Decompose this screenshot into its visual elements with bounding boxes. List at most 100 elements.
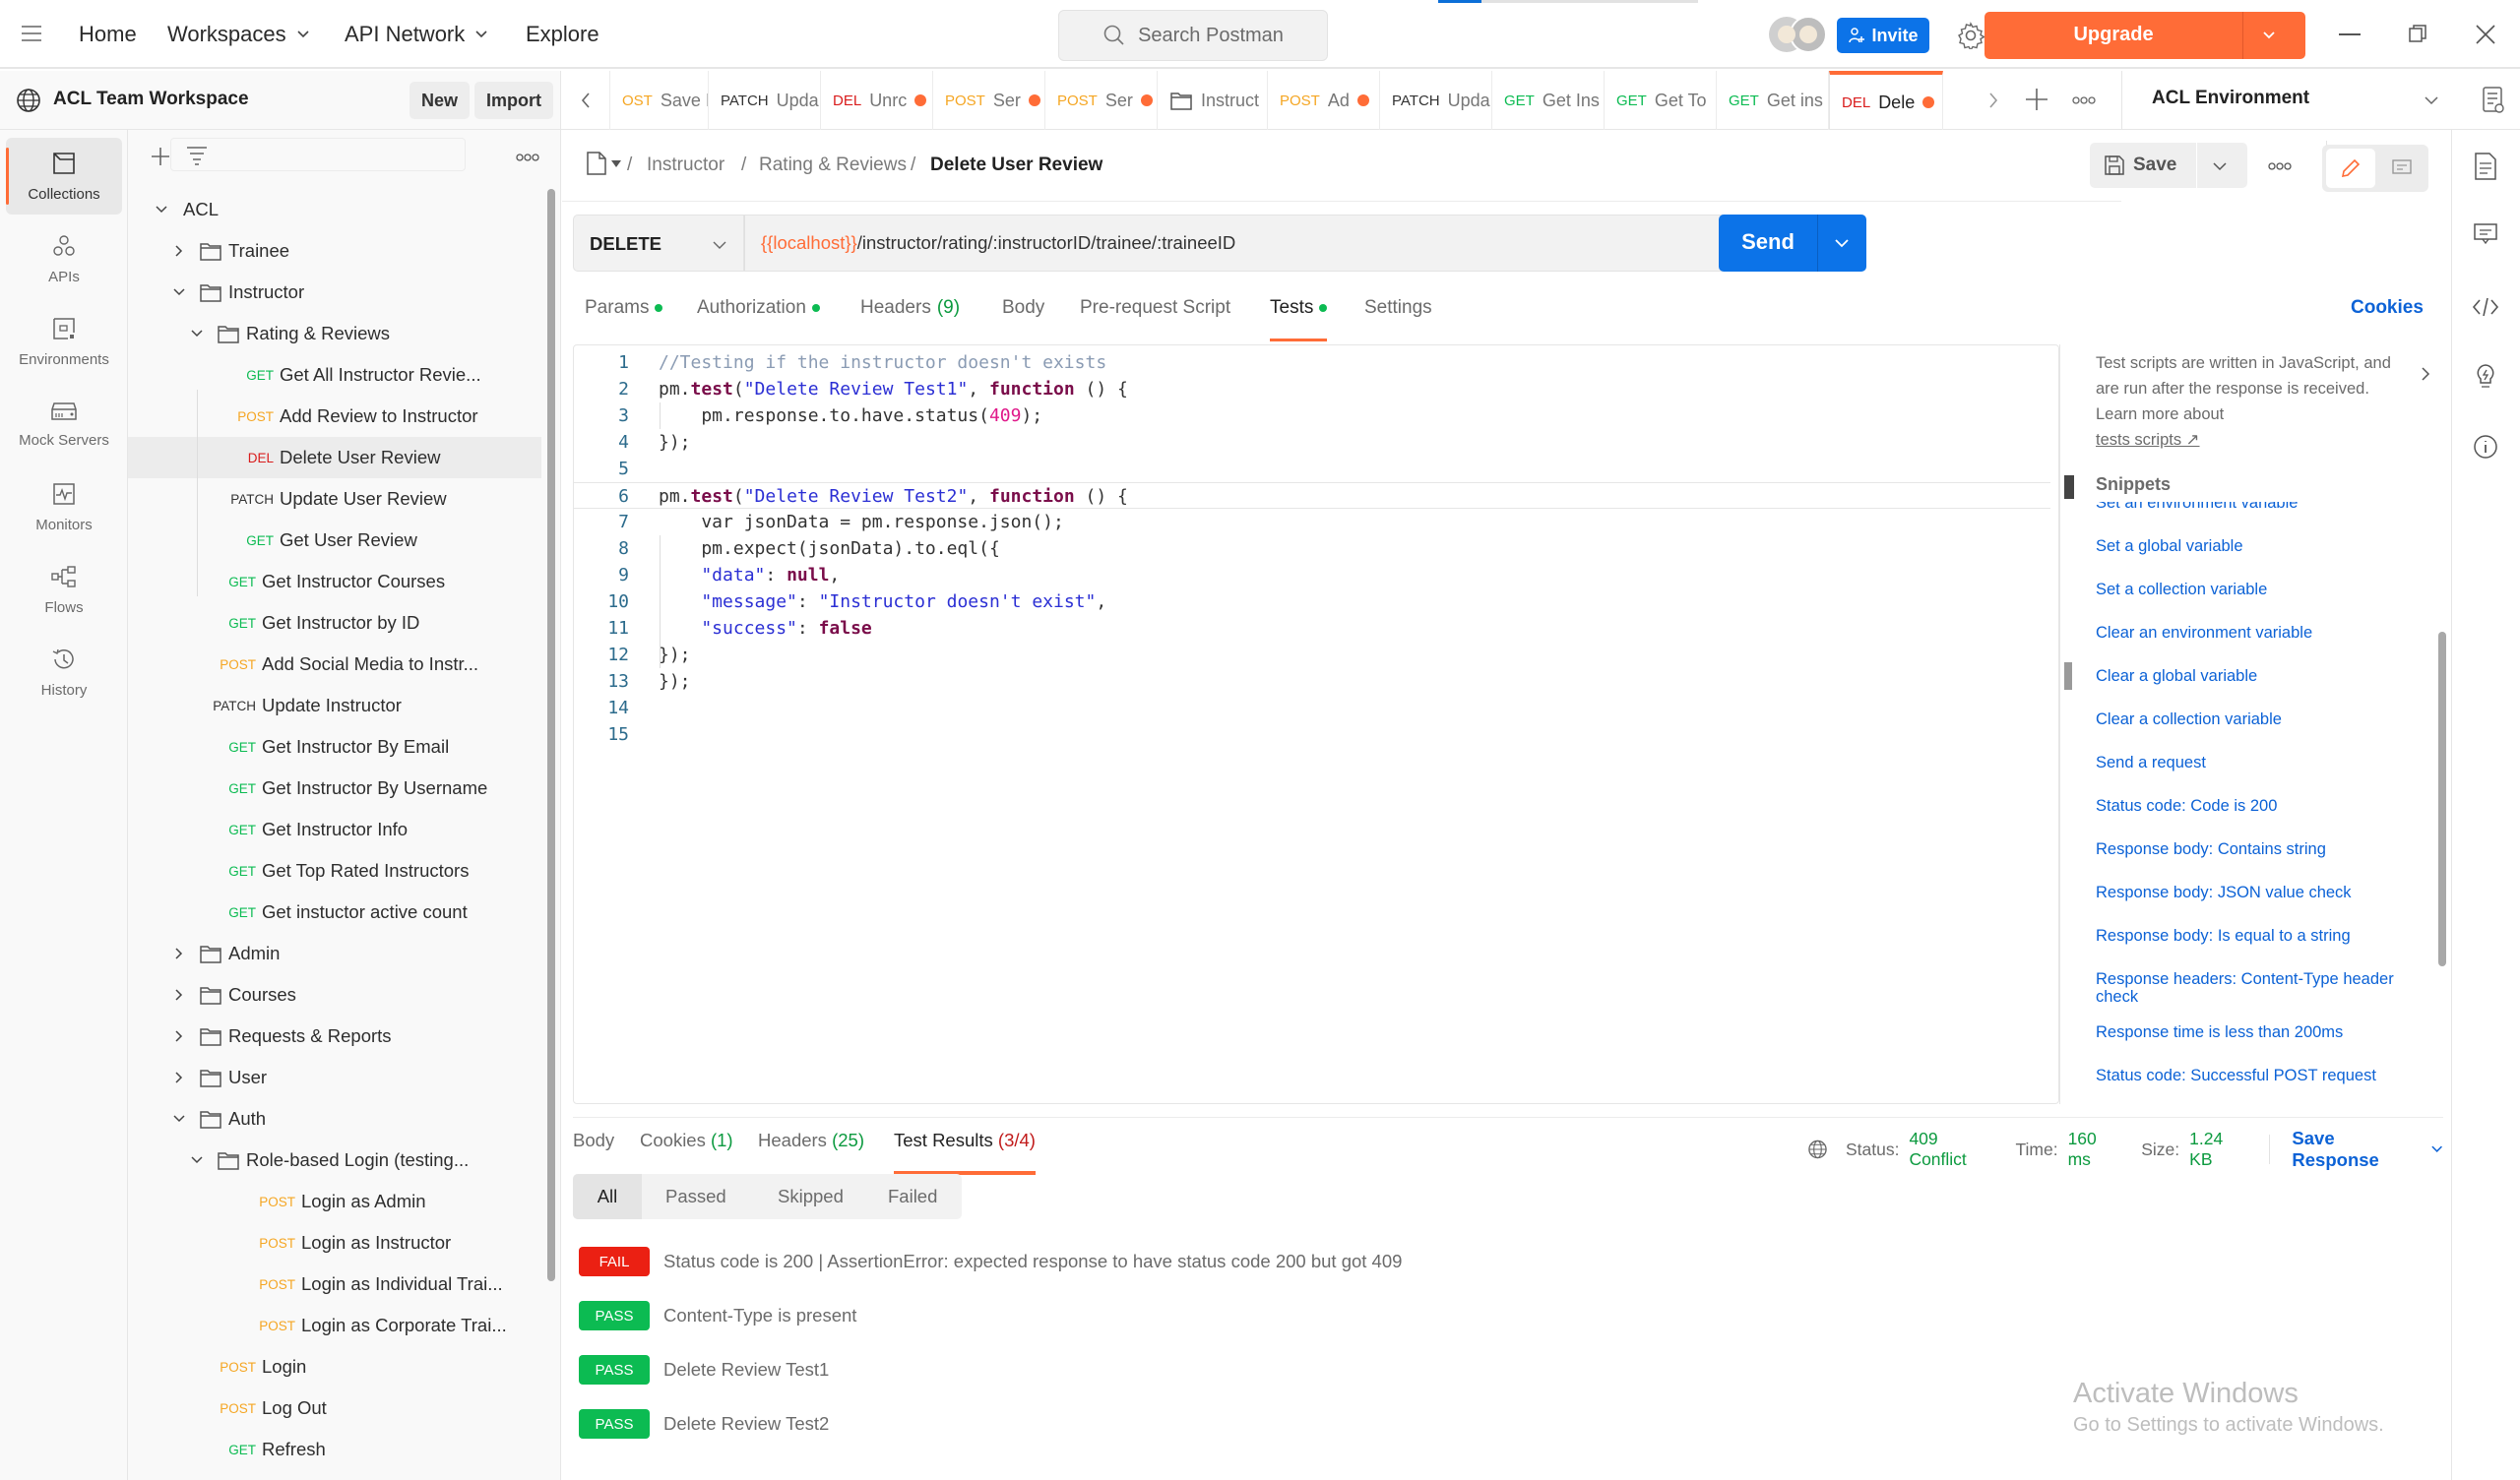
comments-icon[interactable] xyxy=(2473,222,2498,246)
url-input[interactable]: {{localhost}}/instructor/rating/:instruc… xyxy=(744,215,1864,272)
tab-pre-request-script[interactable]: Pre-request Script xyxy=(1080,297,1230,319)
tabs-more-button[interactable] xyxy=(2072,96,2096,104)
close-window-button[interactable] xyxy=(2475,24,2496,45)
request-tab[interactable]: POST Ad xyxy=(1268,71,1380,130)
more-icon[interactable] xyxy=(516,154,539,161)
tree-folder-item[interactable]: Instructor xyxy=(128,272,541,313)
more-icon[interactable] xyxy=(2268,162,2292,170)
tree-folder-item[interactable]: Courses xyxy=(128,974,541,1016)
snippet-link[interactable]: Clear a global variable xyxy=(2096,667,2430,685)
time-value[interactable]: 160 ms xyxy=(2068,1129,2122,1170)
new-tab-button[interactable] xyxy=(2024,87,2049,112)
tree-request-item[interactable]: POST Login as Admin xyxy=(128,1181,541,1222)
request-tab[interactable]: DEL Dele xyxy=(1829,71,1943,130)
snippet-link[interactable]: Response headers: Content-Type header ch… xyxy=(2096,970,2430,1006)
snippet-link[interactable]: Response body: Is equal to a string xyxy=(2096,927,2430,945)
environment-selector[interactable]: ACL Environment xyxy=(2121,71,2466,130)
request-tab[interactable]: PATCH Upda xyxy=(1380,71,1492,130)
tree-folder-item[interactable]: User xyxy=(128,1057,541,1098)
sidebar-item-environments[interactable]: Environments xyxy=(6,303,122,380)
tests-code-editor[interactable]: 1 //Testing if the instructor doesn't exi… xyxy=(573,344,2074,1104)
tabs-scroll-right[interactable] xyxy=(1969,71,2018,130)
nav-api-network[interactable]: API Network xyxy=(345,22,488,47)
snippet-link[interactable]: Response body: JSON value check xyxy=(2096,884,2430,901)
workspace-name[interactable]: ACL Team Workspace xyxy=(53,89,249,110)
tree-folder-item[interactable]: Role-based Login (testing... xyxy=(128,1140,541,1181)
edit-mode-button[interactable] xyxy=(2326,149,2375,188)
status-value[interactable]: 409 Conflict xyxy=(1909,1129,1995,1170)
settings-icon[interactable] xyxy=(1957,22,1984,49)
tree-folder-item[interactable]: Trainee xyxy=(128,230,541,272)
tree-request-item[interactable]: GET Get User Review xyxy=(128,520,541,561)
tree-request-item[interactable]: GET Get Instructor By Username xyxy=(128,768,541,809)
chevron-down-icon[interactable] xyxy=(2212,160,2228,172)
environment-quick-look-button[interactable] xyxy=(2466,71,2520,130)
snippet-link[interactable]: Clear a collection variable xyxy=(2096,710,2430,728)
invite-button[interactable]: Invite xyxy=(1837,18,1929,53)
response-tab-headers[interactable]: Headers (25) xyxy=(758,1130,864,1151)
menu-icon[interactable] xyxy=(22,26,41,46)
send-button[interactable]: Send xyxy=(1719,215,1866,272)
page-title[interactable]: Delete User Review xyxy=(930,154,1102,176)
snippet-link[interactable]: Response body: Contains string xyxy=(2096,840,2430,858)
import-button[interactable]: Import xyxy=(474,82,553,119)
chevron-down-icon[interactable] xyxy=(2260,26,2278,43)
tree-folder-item[interactable]: Requests & Reports xyxy=(128,1016,541,1057)
tree-request-item[interactable]: POST Login as Instructor xyxy=(128,1222,541,1264)
request-tab[interactable]: DEL Unrc xyxy=(821,71,933,130)
tab-settings[interactable]: Settings xyxy=(1364,297,1432,319)
tree-folder-item[interactable]: Auth xyxy=(128,1098,541,1140)
tree-request-item[interactable]: PATCH Update User Review xyxy=(128,478,541,520)
request-tab[interactable]: POST Ser xyxy=(1045,71,1158,130)
breadcrumb-rating-reviews[interactable]: Rating & Reviews xyxy=(759,154,907,176)
tree-request-item[interactable]: GET Get Top Rated Instructors xyxy=(128,850,541,892)
sidebar-item-flows[interactable]: Flows xyxy=(6,551,122,628)
tree-request-item[interactable]: GET Get Instructor By Email xyxy=(128,726,541,768)
breadcrumb-instructor[interactable]: Instructor xyxy=(647,154,724,176)
tab-params[interactable]: Params xyxy=(585,297,663,319)
response-tab-test-results[interactable]: Test Results (3/4) xyxy=(894,1130,1036,1175)
request-tab[interactable]: POST Ser xyxy=(933,71,1045,130)
info-icon[interactable] xyxy=(2472,433,2499,461)
snippet-link[interactable]: Status code: Code is 200 xyxy=(2096,797,2430,815)
tree-scrollbar[interactable] xyxy=(547,189,555,1281)
snippet-link[interactable]: Set a global variable xyxy=(2096,537,2430,555)
save-response-button[interactable]: Save Response xyxy=(2292,1128,2420,1171)
request-tab[interactable]: PATCH Upda xyxy=(709,71,821,130)
tree-request-item[interactable]: POST Log Out xyxy=(128,1388,541,1429)
tab-tests[interactable]: Tests xyxy=(1270,297,1328,341)
restore-button[interactable] xyxy=(2408,24,2427,43)
snippet-link[interactable]: Set an environment variable xyxy=(2096,502,2430,512)
tab-headers[interactable]: Headers (9) xyxy=(860,297,960,319)
tree-collection-item[interactable]: ACL xyxy=(128,189,541,230)
snippet-link[interactable]: Clear an environment variable xyxy=(2096,624,2430,642)
minimize-button[interactable] xyxy=(2339,33,2361,35)
request-tab[interactable]: GET Get ins xyxy=(1717,71,1829,130)
search-input[interactable]: Search Postman xyxy=(1058,10,1328,61)
globe-icon[interactable] xyxy=(1807,1139,1828,1160)
snippet-link[interactable]: Set a collection variable xyxy=(2096,581,2430,598)
snippet-link[interactable]: Response time is less than 200ms xyxy=(2096,1023,2430,1041)
lightbulb-icon[interactable] xyxy=(2472,362,2499,394)
tree-request-item[interactable]: POST Add Review to Instructor xyxy=(128,396,541,437)
cookies-link[interactable]: Cookies xyxy=(2351,297,2424,319)
snippet-link[interactable]: Send a request xyxy=(2096,754,2430,771)
sidebar-item-history[interactable]: History xyxy=(6,634,122,710)
tree-request-item[interactable]: GET Get All Instructor Revie... xyxy=(128,354,541,396)
save-button[interactable]: Save xyxy=(2090,143,2247,188)
sidebar-item-monitors[interactable]: Monitors xyxy=(6,468,122,545)
filter-passed[interactable]: Passed xyxy=(665,1174,726,1219)
tree-request-item[interactable]: GET Get instuctor active count xyxy=(128,892,541,933)
nav-explore[interactable]: Explore xyxy=(526,22,599,47)
tree-request-item[interactable]: GET Get Instructor Info xyxy=(128,809,541,850)
team-avatars[interactable] xyxy=(1767,15,1828,54)
tree-request-item[interactable]: GET Get Instructor Courses xyxy=(128,561,541,602)
chevron-down-icon[interactable] xyxy=(1833,237,1851,249)
collection-filter-input[interactable] xyxy=(170,138,466,171)
tree-request-item[interactable]: POST Login as Individual Trai... xyxy=(128,1264,541,1305)
sidebar-item-mock-servers[interactable]: Mock Servers xyxy=(6,386,122,462)
filter-all[interactable]: All xyxy=(573,1174,642,1219)
tree-request-item[interactable]: PATCH Update Instructor xyxy=(128,685,541,726)
chevron-right-icon[interactable] xyxy=(2421,366,2430,382)
tree-request-item[interactable]: POST Add Social Media to Instr... xyxy=(128,644,541,685)
